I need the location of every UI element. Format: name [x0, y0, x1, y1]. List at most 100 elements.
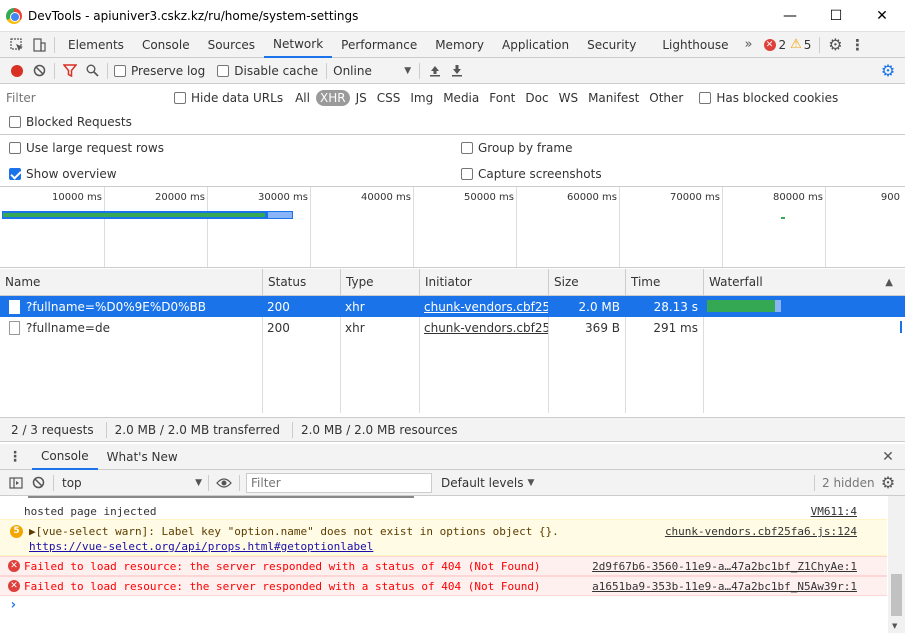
checkbox[interactable]	[217, 64, 230, 77]
settings-gear-icon[interactable]: ⚙	[824, 34, 846, 56]
import-har-icon[interactable]	[424, 60, 446, 82]
checkbox[interactable]	[461, 142, 473, 154]
devtools-tab-bar: Elements Console Sources Network Perform…	[0, 32, 905, 58]
filter-type-xhr[interactable]: XHR	[315, 90, 350, 106]
network-overview-timeline[interactable]: 10000 ms 20000 ms 30000 ms 40000 ms 5000…	[0, 186, 905, 268]
group-by-frame-checkbox[interactable]: Group by frame	[461, 141, 572, 155]
preserve-log-checkbox[interactable]: Preserve log	[114, 64, 205, 78]
initiator-link[interactable]: chunk-vendors.cbf25...	[419, 317, 548, 338]
filter-type-all[interactable]: All	[291, 90, 314, 106]
initiator-link[interactable]: chunk-vendors.cbf25...	[419, 296, 548, 317]
inspect-element-icon[interactable]	[6, 34, 28, 56]
issues-counter[interactable]: ✕ 2 ⚠ 5	[763, 37, 811, 52]
drawer-tab-whats-new[interactable]: What's New	[98, 444, 187, 470]
table-row[interactable]: ?fullname=%D0%9E%D0%BB 200 xhr chunk-ven…	[0, 296, 905, 317]
message-source-link[interactable]: chunk-vendors.cbf25fa6.js:124	[665, 525, 857, 538]
tab-security[interactable]: Security	[578, 32, 645, 58]
search-icon[interactable]	[81, 60, 103, 82]
divider	[208, 474, 209, 491]
checkbox[interactable]	[461, 168, 473, 180]
blocked-requests-checkbox[interactable]: Blocked Requests	[9, 115, 132, 129]
more-tabs-icon[interactable]: »	[738, 34, 760, 56]
filter-type-media[interactable]: Media	[439, 90, 483, 106]
tab-lighthouse[interactable]: Lighthouse	[653, 32, 737, 58]
record-icon[interactable]	[6, 60, 28, 82]
large-rows-checkbox[interactable]: Use large request rows	[9, 141, 461, 155]
has-blocked-cookies-checkbox[interactable]: Has blocked cookies	[699, 91, 838, 105]
console-filter-input[interactable]	[246, 472, 432, 493]
message-source-link[interactable]: 2d9f67b6-3560-11e9-a…47a2bc1bf_Z1ChyAe:1	[592, 560, 857, 573]
drawer-tab-console[interactable]: Console	[32, 444, 98, 470]
capture-screenshots-checkbox[interactable]: Capture screenshots	[461, 167, 602, 181]
device-toolbar-icon[interactable]	[28, 34, 50, 56]
close-drawer-icon[interactable]: ✕	[877, 446, 899, 468]
col-name[interactable]: Name	[0, 269, 262, 295]
col-size[interactable]: Size	[548, 269, 625, 295]
show-overview-checkbox[interactable]: Show overview	[9, 167, 461, 181]
throttling-select[interactable]: Online ▼	[333, 64, 411, 78]
filter-type-img[interactable]: Img	[406, 90, 437, 106]
maximize-button[interactable]: ☐	[813, 0, 859, 32]
export-har-icon[interactable]	[446, 60, 468, 82]
filter-icon[interactable]	[59, 60, 81, 82]
tab-network[interactable]: Network	[264, 32, 333, 58]
table-row[interactable]: ?fullname=de 200 xhr chunk-vendors.cbf25…	[0, 317, 905, 338]
checkbox[interactable]	[114, 64, 126, 77]
col-time[interactable]: Time	[625, 269, 703, 295]
filter-bar: Hide data URLs All XHR JS CSS Img Media …	[0, 85, 905, 111]
log-levels-select[interactable]: Default levels ▼	[441, 476, 534, 490]
divider	[814, 474, 815, 491]
message-url-link[interactable]: https://vue-select.org/api/props.html#ge…	[29, 540, 373, 553]
console-scrollbar[interactable]: ▼	[888, 496, 905, 633]
tab-application[interactable]: Application	[493, 32, 578, 58]
clear-console-icon[interactable]	[27, 472, 49, 494]
blocked-requests-row: Blocked Requests	[0, 109, 905, 135]
checkbox-checked[interactable]	[9, 168, 21, 180]
warning-repeat-count: 5	[10, 525, 23, 538]
timeline-tick	[413, 187, 414, 267]
tab-sources[interactable]: Sources	[199, 32, 264, 58]
tab-elements[interactable]: Elements	[59, 32, 133, 58]
filter-type-ws[interactable]: WS	[555, 90, 582, 106]
checkbox[interactable]	[699, 92, 712, 104]
console-prompt[interactable]: ›	[0, 596, 887, 616]
checkbox[interactable]	[174, 92, 186, 104]
console-settings-gear-icon[interactable]: ⚙	[877, 472, 899, 494]
col-type[interactable]: Type	[340, 269, 419, 295]
context-select[interactable]: top ▼	[62, 476, 202, 490]
checkbox[interactable]	[9, 142, 21, 154]
filter-input[interactable]	[0, 89, 160, 107]
checkbox[interactable]	[9, 116, 21, 128]
show-sidebar-icon[interactable]	[5, 472, 27, 494]
scrollbar-thumb[interactable]	[891, 574, 902, 616]
scroll-down-arrow-icon[interactable]: ▼	[892, 622, 897, 630]
minimize-button[interactable]: —	[767, 0, 813, 32]
drawer-menu-icon[interactable]: ⋮	[4, 446, 26, 468]
clear-icon[interactable]	[28, 60, 50, 82]
message-source-link[interactable]: a1651ba9-353b-11e9-a…47a2bc1bf_N5Aw39r:1	[592, 580, 857, 593]
col-waterfall[interactable]: Waterfall ▲	[703, 269, 905, 295]
disable-cache-checkbox[interactable]: Disable cache	[217, 64, 318, 78]
tab-console[interactable]: Console	[133, 32, 199, 58]
console-messages: hosted page injected VM611:4 5 ▶[vue-sel…	[0, 496, 887, 633]
hide-data-urls-checkbox[interactable]: Hide data URLs	[174, 91, 283, 105]
filter-type-css[interactable]: CSS	[373, 90, 405, 106]
col-status[interactable]: Status	[262, 269, 340, 295]
network-settings-gear-icon[interactable]: ⚙	[877, 60, 899, 82]
filter-type-js[interactable]: JS	[352, 90, 371, 106]
message-text[interactable]: ▶[vue-select warn]: Label key "option.na…	[29, 525, 559, 538]
request-name-cell[interactable]: ?fullname=%D0%9E%D0%BB	[4, 296, 262, 317]
close-window-button[interactable]: ✕	[859, 0, 905, 32]
filter-type-font[interactable]: Font	[485, 90, 519, 106]
filter-type-other[interactable]: Other	[645, 90, 687, 106]
live-expression-eye-icon[interactable]	[213, 472, 235, 494]
col-initiator[interactable]: Initiator	[419, 269, 548, 295]
tab-performance[interactable]: Performance	[332, 32, 426, 58]
more-options-icon[interactable]: ⋮	[846, 34, 868, 56]
filter-type-doc[interactable]: Doc	[521, 90, 552, 106]
request-name-cell[interactable]: ?fullname=de	[4, 317, 262, 338]
tab-memory[interactable]: Memory	[426, 32, 493, 58]
message-source-link[interactable]: VM611:4	[811, 505, 857, 518]
message-text: hosted page injected	[24, 505, 157, 518]
filter-type-manifest[interactable]: Manifest	[584, 90, 643, 106]
